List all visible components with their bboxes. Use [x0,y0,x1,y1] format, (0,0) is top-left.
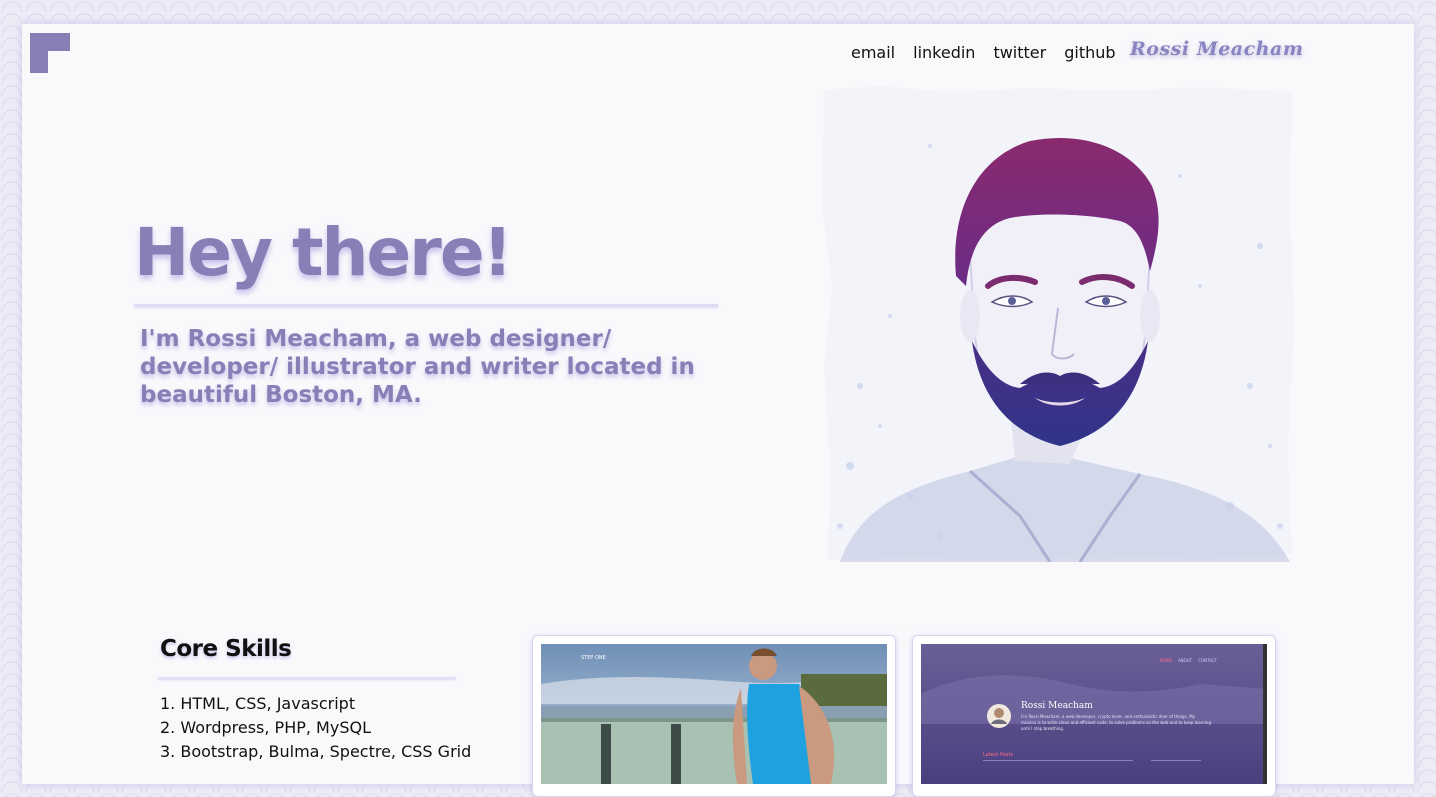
skill-item: 1. HTML, CSS, Javascript [160,694,356,713]
blog-thumb-nav: WORK ABOUT CONTACT [1159,658,1217,663]
core-skills-heading: Core Skills [160,636,292,662]
blog-site-thumbnail: WORK ABOUT CONTACT Rossi Meacham I'm Ros… [921,644,1267,784]
hero-title: Hey there! [134,214,513,291]
site-logo-icon[interactable] [30,33,70,73]
svg-text:STEP ONE: STEP ONE [581,655,606,661]
blog-thumb-name: Rossi Meacham [1021,701,1093,711]
nav-link-linkedin[interactable]: linkedin [913,43,975,62]
blog-thumb-bio: I'm Rossi Meacham, a web developer, cryp… [1021,714,1211,731]
runner-site-thumbnail: STEP ONE [541,644,887,784]
skill-item: 2. Wordpress, PHP, MySQL [160,718,371,737]
skill-item: 3. Bootstrap, Bulma, Spectre, CSS Grid [160,742,472,761]
hero-intro-text: I'm Rossi Meacham, a web designer/ devel… [140,326,695,408]
nav-link-twitter[interactable]: twitter [993,43,1046,62]
nav-link-github[interactable]: github [1064,43,1115,62]
nav-link-email[interactable]: email [851,43,895,62]
portfolio-card-blog[interactable]: WORK ABOUT CONTACT Rossi Meacham I'm Ros… [912,635,1276,797]
portfolio-card-runner[interactable]: STEP ONE [532,635,896,797]
blog-thumb-latest-posts: Latest Posts [983,752,1014,758]
core-skills-divider [158,677,456,679]
page-container: email linkedin twitter github Rossi Meac… [22,24,1414,797]
signature-logo[interactable]: Rossi Meacham [1130,38,1303,60]
top-nav: email linkedin twitter github [851,40,1116,64]
portrait-illustration [822,86,1294,562]
core-skills-list: 1. HTML, CSS, Javascript 2. Wordpress, P… [160,692,471,764]
hero-divider [134,304,718,307]
